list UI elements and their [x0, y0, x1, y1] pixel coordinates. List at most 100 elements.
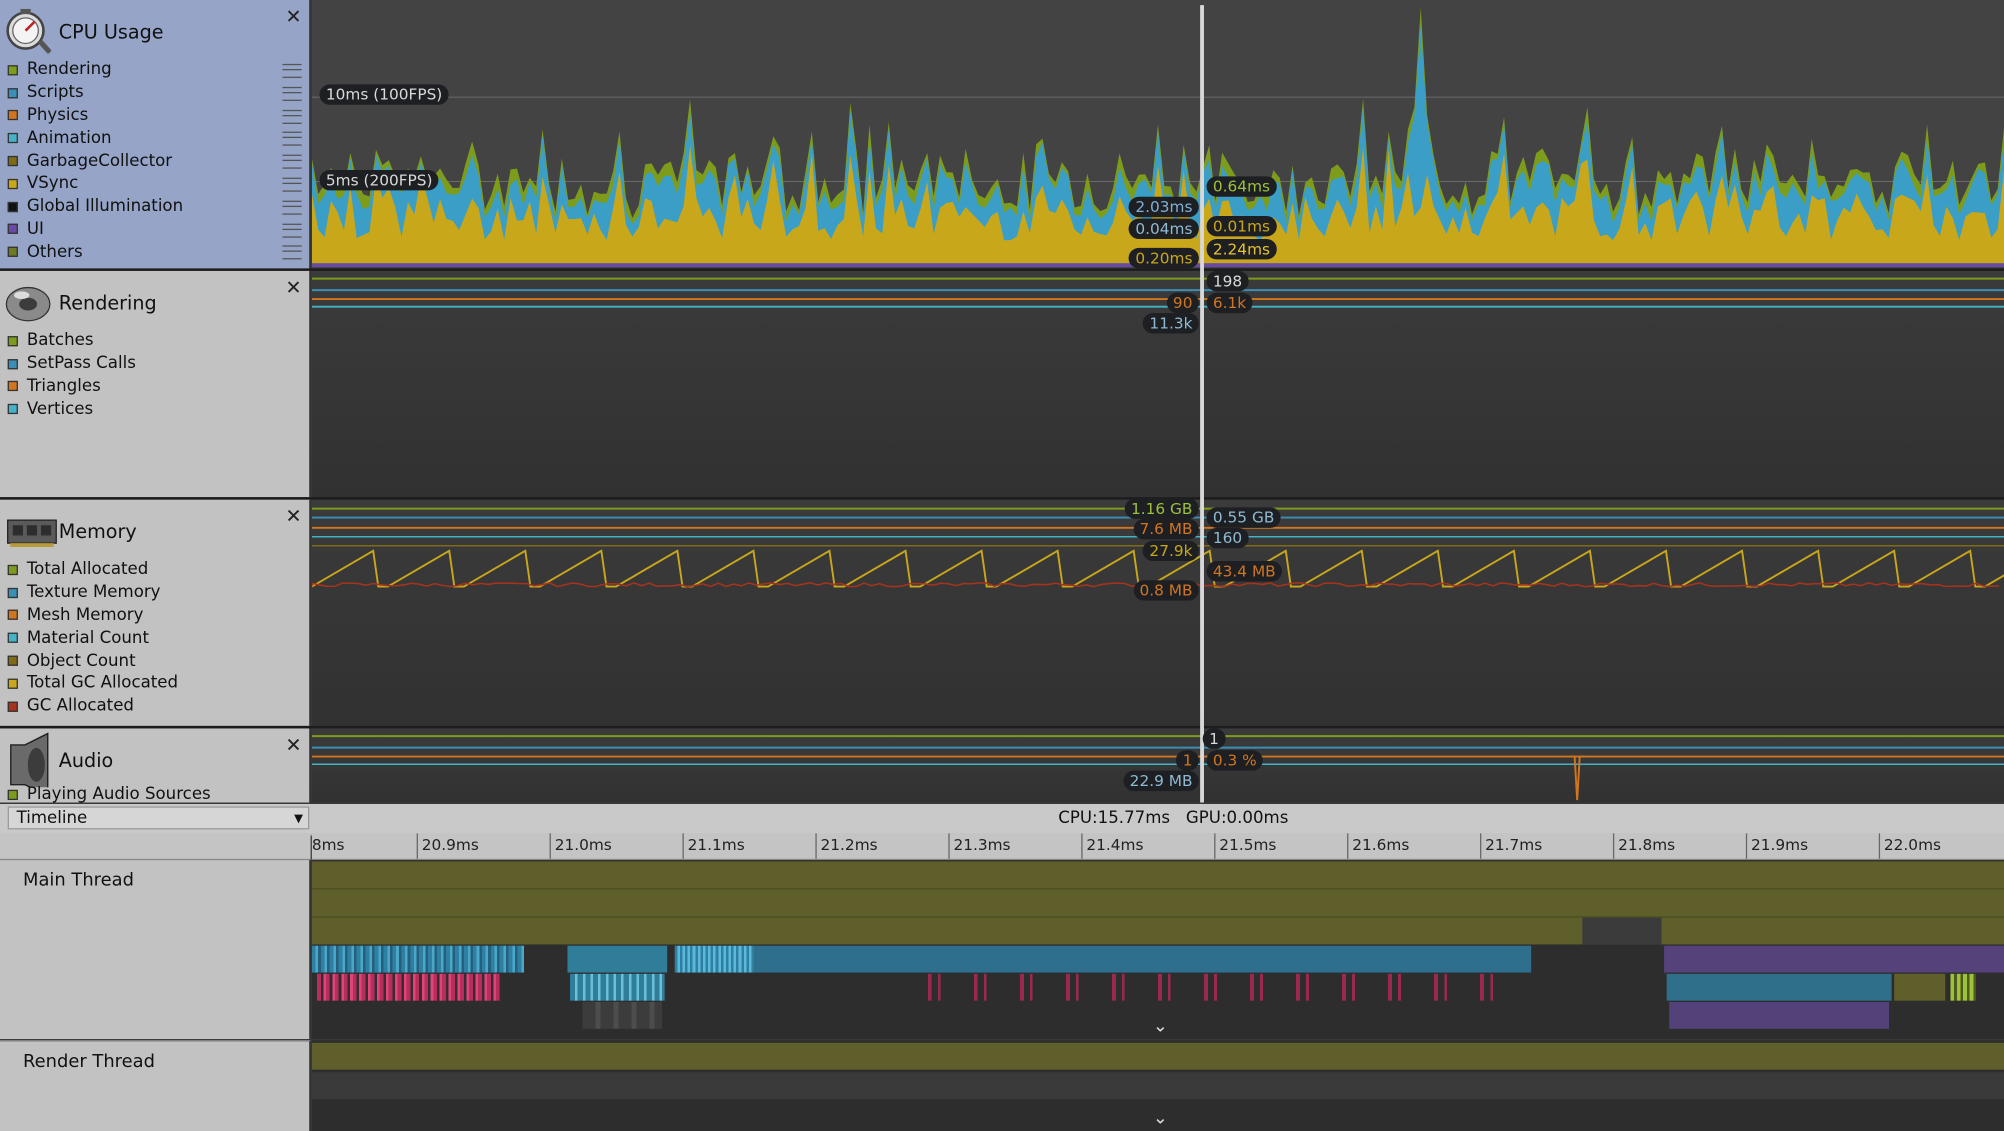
legend-item-global-illumination[interactable]: Global Illumination [7, 195, 310, 218]
legend-item-vsync[interactable]: VSync [7, 173, 310, 196]
legend-item-material-count[interactable]: Material Count [7, 627, 310, 650]
legend-item-physics[interactable]: Physics [7, 104, 310, 127]
timeline-sample[interactable] [316, 973, 502, 1001]
drag-handle-icon[interactable] [282, 154, 302, 169]
timeline-sample[interactable] [1669, 1001, 1890, 1029]
expand-chevron-icon[interactable]: ⌄ [1153, 1108, 1168, 1128]
legend-item-scripts[interactable]: Scripts [7, 82, 310, 105]
drag-handle-icon[interactable] [282, 177, 302, 192]
expand-chevron-icon[interactable]: ⌄ [1153, 1016, 1168, 1036]
legend-swatch [7, 224, 18, 235]
render-thread-name: Render Thread [23, 1051, 155, 1073]
drag-handle-icon[interactable] [282, 245, 302, 260]
main-thread-area[interactable]: ⌄ [311, 860, 2004, 1040]
drag-handle-icon[interactable] [282, 132, 302, 147]
audio-readout-left: 22.9 MB [1123, 770, 1199, 792]
timeline-sample[interactable] [1664, 945, 2004, 973]
memory-readout-left: 7.6 MB [1133, 518, 1199, 540]
timeline-sample[interactable] [582, 1001, 663, 1029]
ruler-tick: 21.7ms [1480, 833, 1542, 859]
timeline-sample[interactable] [1894, 973, 1946, 1001]
main-thread-name: Main Thread [23, 870, 134, 891]
legend-label: Triangles [26, 376, 101, 397]
legend-swatch [7, 65, 18, 76]
close-icon[interactable]: ✕ [286, 505, 302, 528]
rendering-module[interactable]: Rendering ✕ Batches SetPass Calls Triang… [0, 270, 311, 498]
drag-handle-icon[interactable] [282, 223, 302, 238]
rendering-title: Rendering [58, 291, 157, 315]
legend-item-ui[interactable]: UI [7, 218, 310, 241]
legend-swatch [7, 178, 18, 189]
view-mode-label: Timeline [16, 808, 88, 829]
legend-swatch [7, 610, 18, 621]
timeline-lane [311, 889, 2004, 918]
audio-chart[interactable] [311, 728, 2004, 803]
frame-cursor[interactable] [1200, 5, 1204, 803]
ruler-tick: 20.9ms [416, 833, 479, 859]
render-thread-area[interactable]: ⌄ [311, 1040, 2004, 1131]
legend-swatch [7, 358, 18, 369]
main-thread-label[interactable]: Main Thread [0, 860, 311, 1040]
close-icon[interactable]: ✕ [286, 276, 302, 299]
legend-item-others[interactable]: Others [7, 241, 310, 264]
legend-item-animation[interactable]: Animation [7, 127, 310, 150]
timeline-sample[interactable] [754, 945, 1532, 973]
time-ruler[interactable]: 8ms 20.9ms 21.0ms 21.1ms 21.2ms 21.3ms 2… [311, 833, 2004, 861]
dropdown-arrow-icon: ▼ [294, 812, 303, 826]
legend-item-gc-allocated[interactable]: GC Allocated [7, 695, 310, 718]
timeline-sample[interactable] [1666, 973, 1892, 1001]
view-mode-dropdown[interactable]: Timeline ▼ [7, 806, 310, 830]
memory-readout-right: 43.4 MB [1206, 561, 1283, 582]
legend-item-mesh-memory[interactable]: Mesh Memory [7, 604, 310, 627]
cpu-readout-left: 2.03ms [1128, 196, 1199, 218]
legend-item-texture-memory[interactable]: Texture Memory [7, 581, 310, 604]
timeline-lane [311, 1072, 2004, 1100]
legend-label: Mesh Memory [26, 605, 144, 625]
legend-label: Physics [26, 106, 89, 126]
timeline-sample[interactable] [1950, 973, 1976, 1001]
audio-module[interactable]: Audio ✕ Playing Audio Sources [0, 728, 311, 803]
drag-handle-icon[interactable] [282, 200, 302, 215]
legend-item-playing-audio-sources[interactable]: Playing Audio Sources [7, 783, 310, 803]
memory-module[interactable]: Memory ✕ Total Allocated Texture Memory … [0, 499, 311, 726]
rendering-chart[interactable] [311, 270, 2004, 498]
legend-label: Total Allocated [26, 560, 149, 580]
cpu-usage-module[interactable]: CPU Usage ✕ Rendering Scripts Physics An… [0, 0, 311, 270]
legend-label: Playing Audio Sources [26, 785, 211, 803]
legend-item-rendering[interactable]: Rendering [7, 59, 310, 82]
timeline-sample[interactable] [674, 945, 755, 973]
legend-label: Batches [26, 331, 94, 351]
legend-item-garbagecollector[interactable]: GarbageCollector [7, 150, 310, 173]
ruler-tick: 21.8ms [1612, 833, 1675, 859]
legend-swatch [7, 564, 18, 575]
ruler-tick: 21.2ms [815, 833, 878, 859]
legend-item-batches[interactable]: Batches [7, 330, 310, 353]
legend-label: GarbageCollector [26, 151, 173, 171]
cpu-legend: Rendering Scripts Physics Animation Garb… [7, 59, 310, 264]
timeline-sample[interactable] [894, 973, 1516, 1001]
drag-handle-icon[interactable] [282, 109, 302, 124]
axis-label-5ms: 5ms (200FPS) [319, 169, 439, 191]
rendering-readout-left: 11.3k [1143, 313, 1199, 334]
cpu-usage-title: CPU Usage [58, 20, 164, 44]
legend-item-setpass-calls[interactable]: SetPass Calls [7, 352, 310, 375]
legend-item-object-count[interactable]: Object Count [7, 649, 310, 672]
memory-legend: Total Allocated Texture Memory Mesh Memo… [7, 558, 310, 718]
drag-handle-icon[interactable] [282, 86, 302, 101]
legend-item-total-gc-allocated[interactable]: Total GC Allocated [7, 672, 310, 695]
drag-handle-icon[interactable] [282, 63, 302, 78]
timeline-sample[interactable] [567, 945, 668, 973]
memory-title: Memory [58, 520, 137, 544]
render-thread-label[interactable]: Render Thread [0, 1040, 311, 1131]
close-icon[interactable]: ✕ [286, 734, 302, 757]
legend-item-vertices[interactable]: Vertices [7, 398, 310, 421]
timeline-sample[interactable] [570, 973, 665, 1001]
cpu-usage-icon [6, 8, 52, 54]
axis-label-10ms: 10ms (100FPS) [319, 84, 449, 105]
timeline-sample[interactable] [311, 945, 525, 973]
rendering-readout-right: 198 [1206, 270, 1249, 292]
legend-item-triangles[interactable]: Triangles [7, 375, 310, 398]
close-icon[interactable]: ✕ [286, 5, 302, 28]
legend-item-total-allocated[interactable]: Total Allocated [7, 558, 310, 581]
audio-readout-right: 0.3 % [1206, 750, 1264, 771]
